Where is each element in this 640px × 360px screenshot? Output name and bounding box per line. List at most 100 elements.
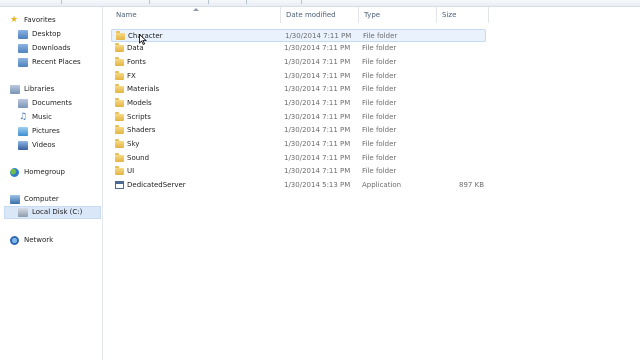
nav-item-documents[interactable]: Documents [4,97,99,110]
file-type: File folder [362,167,397,175]
folder-icon [115,84,124,93]
nav-item-label: Videos [32,141,56,149]
folder-icon [115,139,124,148]
folder-icon [115,125,124,134]
file-type: File folder [362,113,397,121]
nav-item-pictures[interactable]: Pictures [4,125,99,138]
nav-network[interactable]: Network [4,234,99,247]
file-date: 1/30/2014 7:11 PM [284,58,351,66]
folder-icon [115,112,124,121]
file-date: 1/30/2014 7:11 PM [284,44,351,52]
nav-network-label: Network [24,236,54,244]
folder-icon [115,153,124,162]
toolbar-divider [148,0,150,4]
file-name: Shaders [127,126,156,134]
nav-item-desktop[interactable]: Desktop [4,28,99,41]
nav-item-label: Local Disk (C:) [32,208,83,216]
nav-item-label: Music [32,113,52,121]
file-date: 1/30/2014 7:11 PM [284,126,351,134]
column-name[interactable]: Name [111,7,281,23]
folder-icon [116,31,125,40]
file-size: 897 KB [459,181,484,189]
libraries-icon [10,85,20,94]
file-date: 1/30/2014 7:11 PM [284,167,351,175]
star-icon: ★ [10,15,19,25]
nav-computer[interactable]: Computer [4,193,99,206]
folder-icon [115,57,124,66]
file-row[interactable]: Data 1/30/2014 7:11 PM File folder [111,42,486,55]
folder-icon [115,71,124,80]
file-name: DedicatedServer [127,181,186,189]
documents-icon [18,99,28,108]
file-date: 1/30/2014 5:13 PM [284,181,351,189]
music-icon: ♫ [19,112,28,122]
nav-item-music[interactable]: ♫ Music [4,111,99,124]
toolbar-divider [207,0,209,4]
recent-places-icon [18,58,28,67]
file-row[interactable]: Scripts 1/30/2014 7:11 PM File folder [111,111,486,124]
column-date-modified[interactable]: Date modified [281,7,359,23]
nav-item-local-disk[interactable]: Local Disk (C:) [4,206,101,219]
column-header: Name Date modified Type Size [103,7,489,23]
file-name: Sky [127,140,140,148]
column-size[interactable]: Size [437,7,489,23]
column-type[interactable]: Type [359,7,437,23]
file-row[interactable]: UI 1/30/2014 7:11 PM File folder [111,165,486,178]
nav-libraries[interactable]: Libraries [4,83,99,96]
file-date: 1/30/2014 7:11 PM [284,113,351,121]
computer-icon [10,195,20,204]
file-date: 1/30/2014 7:11 PM [284,154,351,162]
file-date: 1/30/2014 7:11 PM [284,140,351,148]
nav-item-label: Recent Places [32,58,81,66]
folder-icon [115,98,124,107]
nav-computer-label: Computer [24,195,59,203]
homegroup-icon [10,168,19,177]
toolbar-divider [60,0,62,4]
mouse-cursor-icon [139,34,147,45]
navigation-pane: ★ Favorites Desktop Downloads Recent Pla… [0,7,103,360]
toolbar-strip [0,0,640,7]
file-row[interactable]: Fonts 1/30/2014 7:11 PM File folder [111,56,486,69]
file-type: Application [362,181,402,189]
file-date: 1/30/2014 7:11 PM [284,99,351,107]
file-name: UI [127,167,135,175]
file-date: 1/30/2014 7:11 PM [284,85,351,93]
network-icon [10,236,19,245]
file-name: Sound [127,154,150,162]
nav-libraries-label: Libraries [24,85,55,93]
nav-favorites[interactable]: ★ Favorites [4,14,99,27]
toolbar-divider [300,0,302,4]
file-type: File folder [362,85,397,93]
nav-homegroup-label: Homegroup [24,168,66,176]
disk-icon [18,208,28,217]
file-row[interactable]: Character 1/30/2014 7:11 PM File folder [111,29,486,42]
application-icon [115,181,124,189]
file-type: File folder [362,44,397,52]
nav-item-label: Documents [32,99,72,107]
nav-item-label: Desktop [32,30,61,38]
file-type: File folder [362,99,397,107]
file-row[interactable]: Shaders 1/30/2014 7:11 PM File folder [111,124,486,137]
folder-icon [115,43,124,52]
file-name: Models [127,99,152,107]
nav-homegroup[interactable]: Homegroup [4,166,99,179]
file-row[interactable]: Models 1/30/2014 7:11 PM File folder [111,97,486,110]
file-name: FX [127,72,136,80]
file-type: File folder [362,58,397,66]
file-row[interactable]: FX 1/30/2014 7:11 PM File folder [111,70,486,83]
toolbar-divider [245,0,247,4]
file-row[interactable]: DedicatedServer 1/30/2014 5:13 PM Applic… [111,179,486,192]
file-row[interactable]: Sky 1/30/2014 7:11 PM File folder [111,138,486,151]
nav-item-label: Downloads [32,44,71,52]
nav-item-videos[interactable]: Videos [4,139,99,152]
videos-icon [18,141,28,150]
nav-item-recent-places[interactable]: Recent Places [4,56,99,69]
pictures-icon [18,127,28,136]
file-name: Fonts [127,58,146,66]
file-row[interactable]: Materials 1/30/2014 7:11 PM File folder [111,83,486,96]
nav-item-label: Pictures [32,127,60,135]
file-type: File folder [362,154,397,162]
file-row[interactable]: Sound 1/30/2014 7:11 PM File folder [111,152,486,165]
nav-item-downloads[interactable]: Downloads [4,42,99,55]
file-name: Materials [127,85,160,93]
